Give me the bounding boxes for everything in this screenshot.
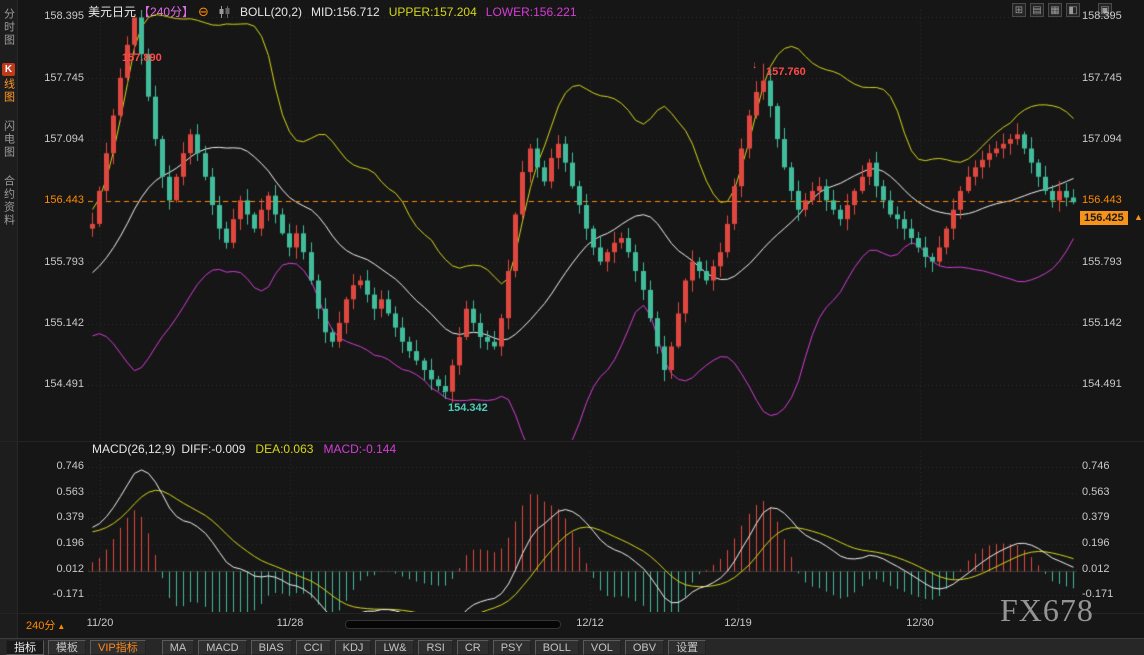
macd-axis-label: 0.379: [1082, 511, 1142, 523]
sidebar-tab-contract-info[interactable]: 合约资料: [1, 175, 17, 227]
price-axis-label: 157.094: [1082, 133, 1142, 145]
indicator-button-vol[interactable]: VOL: [583, 640, 621, 655]
macd-dea-value: DEA:0.063: [255, 442, 313, 456]
indicator-button-cr[interactable]: CR: [457, 640, 489, 655]
price-axis-label: 158.395: [20, 10, 84, 22]
indicator-button-macd[interactable]: MACD: [198, 640, 246, 655]
scrollbar-thumb[interactable]: [345, 620, 561, 629]
date-axis-label: 12/19: [724, 617, 752, 629]
sidebar-tab-tick[interactable]: 闪电图: [1, 120, 17, 159]
date-axis-label: 12/30: [906, 617, 934, 629]
trading-terminal: 分时图 K 线图 闪电图 合约资料 美元日元 【240分】 ⊖ BOLL(20,…: [0, 0, 1144, 655]
date-axis-label: 11/20: [87, 617, 114, 629]
indicator-button-boll[interactable]: BOLL: [535, 640, 579, 655]
settings-button[interactable]: 设置: [668, 640, 706, 655]
sidebar-tab-label: 合约资料: [1, 175, 17, 227]
price-axis-label: 157.745: [20, 72, 84, 84]
last-price-tag: 156.425: [1080, 211, 1128, 225]
indicator-button-lwr[interactable]: LW&: [375, 640, 414, 655]
indicator-button-ma[interactable]: MA: [162, 640, 195, 655]
sidebar-tab-label: 分时图: [1, 8, 17, 47]
indicator-button-bias[interactable]: BIAS: [251, 640, 292, 655]
macd-panel-canvas[interactable]: [88, 452, 1077, 612]
macd-label: MACD(26,12,9): [92, 442, 175, 456]
price-axis-label: 154.491: [20, 378, 84, 390]
macd-axis-label: 0.746: [1082, 460, 1142, 472]
macd-header: MACD(26,12,9) DIFF:-0.009 DEA:0.063 MACD…: [92, 442, 396, 456]
kline-chip-icon: K: [2, 63, 15, 76]
sidebar-tab-timeshare[interactable]: 分时图: [1, 8, 17, 47]
swing-low-annotation: 154.342: [448, 402, 488, 414]
date-axis-label: 12/12: [576, 617, 604, 629]
swing-low-marker-icon: ↑: [441, 388, 446, 399]
price-axis-label: 158.395: [1082, 10, 1142, 22]
swing-high-annotation: 157.890: [122, 52, 162, 64]
macd-axis-label: 0.563: [1082, 486, 1142, 498]
indicator-button-psy[interactable]: PSY: [493, 640, 531, 655]
price-axis-label: 157.094: [20, 133, 84, 145]
macd-axis-label: 0.196: [20, 537, 84, 549]
sidebar-tab-label: 闪电图: [1, 120, 17, 159]
macd-axis-label: 0.012: [20, 563, 84, 575]
brand-watermark: FX678: [1000, 592, 1094, 629]
price-axis-label: 155.793: [1082, 256, 1142, 268]
price-axis-label: 155.142: [20, 317, 84, 329]
panel-divider: [0, 441, 1144, 442]
swing-high-marker-icon: ↓: [752, 60, 757, 71]
macd-macd-value: MACD:-0.144: [323, 442, 396, 456]
sidebar-tab-label: 线图: [1, 78, 17, 104]
price-axis-label: 157.745: [1082, 72, 1142, 84]
swing-high-marker-icon: ↓: [126, 66, 131, 77]
toolbar-tab-vip-indicators[interactable]: VIP指标: [90, 640, 146, 655]
macd-axis-label: 0.379: [20, 511, 84, 523]
price-axis-label-ref: 156.443: [1082, 194, 1142, 206]
indicator-button-kdj[interactable]: KDJ: [335, 640, 372, 655]
toolbar-tab-templates[interactable]: 模板: [48, 640, 86, 655]
toolbar-tab-indicators[interactable]: 指标: [6, 640, 44, 655]
indicator-button-rsi[interactable]: RSI: [418, 640, 452, 655]
last-price-arrow-icon: ▲: [1134, 212, 1143, 222]
sidebar-tab-kline[interactable]: K 线图: [1, 63, 17, 104]
price-axis-label: 155.142: [1082, 317, 1142, 329]
macd-diff-value: DIFF:-0.009: [181, 442, 245, 456]
panel-divider: [0, 613, 1144, 614]
indicator-toolbar: 指标 模板 VIP指标 MA MACD BIAS CCI KDJ LW& RSI…: [0, 638, 1144, 655]
price-axis-label: 154.491: [1082, 378, 1142, 390]
price-axis-label-ref: 156.443: [20, 194, 84, 206]
macd-axis-label: 0.196: [1082, 537, 1142, 549]
indicator-button-obv[interactable]: OBV: [625, 640, 664, 655]
main-chart-canvas[interactable]: [88, 10, 1077, 440]
period-selector-label: 240分: [26, 620, 55, 632]
chevron-up-icon: ▲: [57, 622, 65, 631]
macd-axis-label: 0.012: [1082, 563, 1142, 575]
period-selector[interactable]: 240分▲: [26, 617, 65, 633]
chart-type-sidebar: 分时图 K 线图 闪电图 合约资料: [0, 0, 18, 638]
macd-axis-label: 0.563: [20, 486, 84, 498]
macd-axis-label: 0.746: [20, 460, 84, 472]
date-axis-label: 11/28: [277, 617, 304, 629]
price-axis-label: 155.793: [20, 256, 84, 268]
swing-high-annotation: 157.760: [766, 66, 806, 78]
macd-axis-label: -0.171: [20, 588, 84, 600]
indicator-button-cci[interactable]: CCI: [296, 640, 331, 655]
